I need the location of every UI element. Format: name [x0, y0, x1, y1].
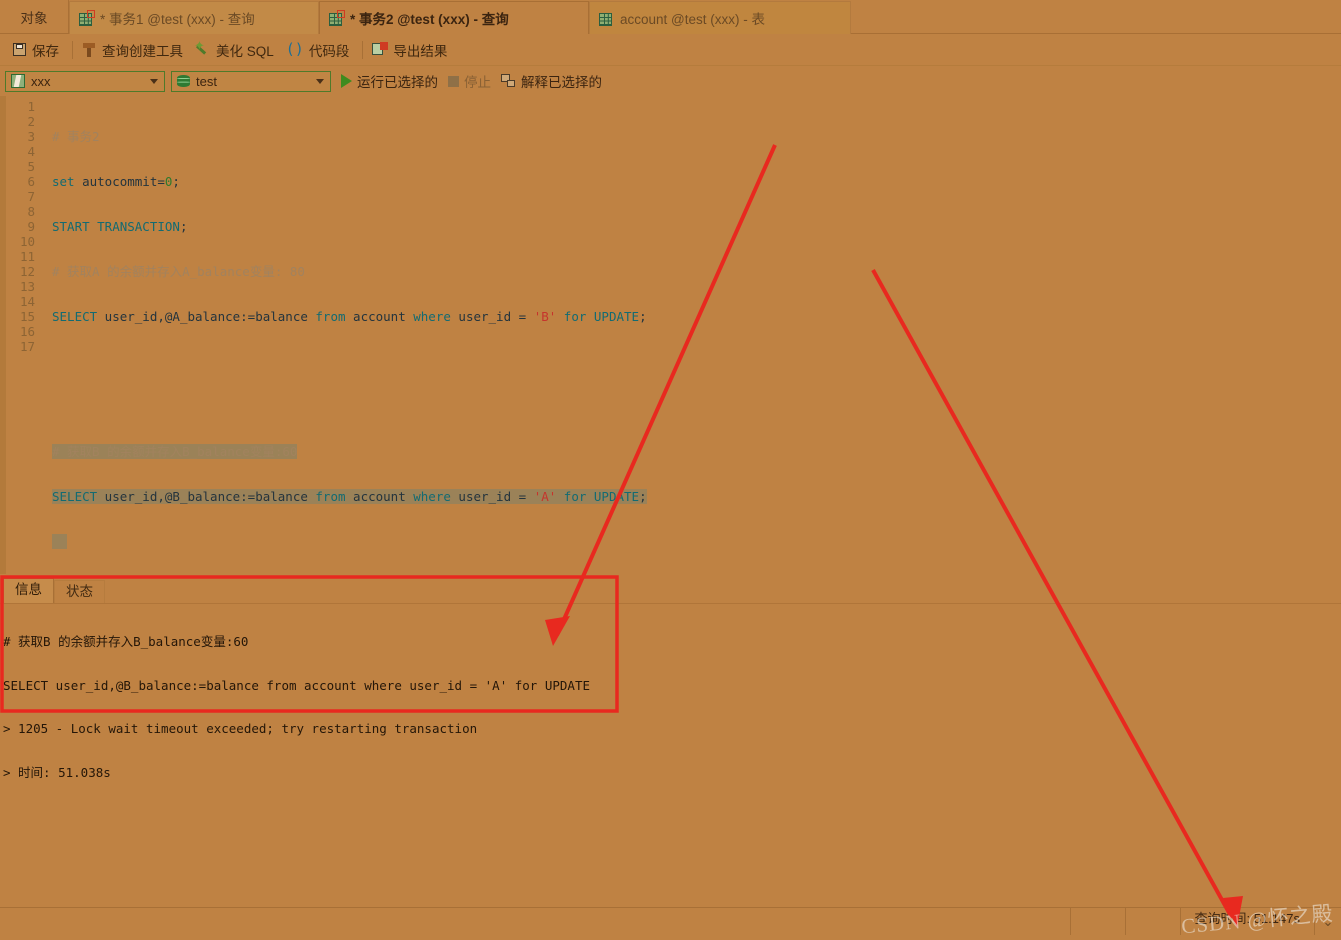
code-line-10: [52, 534, 647, 549]
tab-transaction-2[interactable]: * 事务2 @test (xxx) - 查询: [319, 1, 589, 34]
tab-label: * 事务1 @test (xxx) - 查询: [100, 12, 255, 27]
play-icon: [341, 74, 352, 88]
tab-label: account @test (xxx) - 表: [620, 12, 765, 27]
message-output: # 获取B 的余额并存入B_balance变量:60 SELECT user_i…: [3, 606, 1339, 809]
chevron-down-icon: [316, 78, 324, 84]
code-line-8: # 获取B 的余额并存入B_balance变量:60: [52, 444, 298, 459]
query-builder-button[interactable]: 查询创建工具: [78, 38, 191, 62]
connection-bar: xxx test 运行已选择的 停止 解释已选择的: [0, 66, 1341, 96]
message-panel: 信息 状态 # 获取B 的余额并存入B_balance变量:60 SELECT …: [0, 578, 1341, 908]
message-tabs: 信息 状态: [0, 578, 105, 603]
line-number: 1: [27, 99, 35, 114]
run-selected-label: 运行已选择的: [357, 75, 438, 90]
code-line-9: SELECT user_id,@B_balance:=balance from …: [52, 489, 647, 504]
code-content[interactable]: # 事务2 set autocommit=0; START TRANSACTIO…: [52, 96, 647, 574]
status-cell-mid: [1071, 908, 1126, 935]
message-line: > 时间: 51.038s: [3, 764, 111, 780]
tab-info[interactable]: 信息: [3, 578, 54, 603]
line-number: 11: [19, 249, 35, 264]
explain-icon: [501, 74, 516, 88]
query-time-label: 查询时间: 51.147s: [1181, 908, 1315, 935]
code-line-1: # 事务2: [52, 129, 100, 144]
database-value: test: [196, 73, 217, 89]
code-line-4: # 获取A 的余额并存入A_balance变量: 80: [52, 264, 305, 279]
database-select[interactable]: test: [171, 70, 331, 92]
chevron-down-icon: [150, 78, 158, 84]
tab-bar: 对象 * 事务1 @test (xxx) - 查询 * 事务2 @test (x…: [0, 0, 1341, 34]
tab-label: * 事务2 @test (xxx) - 查询: [350, 12, 509, 27]
message-tab-separator: [0, 603, 1341, 604]
line-number: 14: [19, 294, 35, 309]
tab-transaction-1[interactable]: * 事务1 @test (xxx) - 查询: [69, 1, 319, 34]
code-line-2: set autocommit=0;: [52, 174, 180, 189]
connection-value: xxx: [31, 73, 51, 89]
toolbar-divider: [362, 40, 364, 59]
status-cell-left: [0, 908, 1071, 935]
code-line-5: SELECT user_id,@A_balance:=balance from …: [52, 309, 647, 324]
status-cell-mid-2: [1126, 908, 1181, 935]
query-grid-icon: [329, 9, 345, 26]
line-number: 17: [19, 339, 35, 354]
beautify-sql-button[interactable]: 美化 SQL: [191, 38, 282, 62]
snippet-button[interactable]: () 代码段: [282, 38, 358, 62]
line-number: 16: [19, 324, 35, 339]
query-builder-icon: [82, 42, 97, 58]
line-number: 15: [19, 309, 35, 324]
message-line: > 1205 - Lock wait timeout exceeded; try…: [3, 721, 478, 736]
chevron-down-icon[interactable]: ⌄: [1315, 914, 1341, 930]
stop-button[interactable]: 停止: [448, 71, 491, 91]
table-grid-icon: [599, 11, 614, 26]
line-number: 13: [19, 279, 35, 294]
database-icon: [177, 74, 190, 88]
export-result-button[interactable]: 导出结果: [368, 38, 455, 62]
message-line: SELECT user_id,@B_balance:=balance from …: [3, 677, 590, 693]
snippet-label: 代码段: [308, 43, 350, 59]
export-icon: [372, 42, 389, 57]
beautify-sql-label: 美化 SQL: [216, 43, 274, 59]
explain-selected-button[interactable]: 解释已选择的: [501, 71, 602, 91]
editor-toolbar: 保存 查询创建工具 美化 SQL () 代码段 导出结果: [0, 34, 1341, 66]
magic-wand-icon: [194, 38, 211, 58]
line-number: 12: [19, 264, 35, 279]
toolbar-divider: [72, 40, 73, 59]
parentheses-icon: (): [285, 40, 304, 58]
line-number: 6: [27, 174, 35, 189]
stop-label: 停止: [464, 75, 491, 90]
explain-selected-label: 解释已选择的: [521, 75, 602, 90]
save-icon: [12, 42, 27, 57]
save-label: 保存: [32, 43, 59, 59]
line-number: 10: [19, 234, 35, 249]
line-number: 8: [27, 204, 35, 219]
sql-editor[interactable]: 1 2 3 4 5 6 7 8 9 10 11 12 13 14 15 16 1…: [0, 96, 1341, 574]
run-selected-button[interactable]: 运行已选择的: [341, 71, 438, 91]
status-bar: 查询时间: 51.147s ⌄: [0, 907, 1341, 935]
line-number: 4: [27, 144, 35, 159]
save-button[interactable]: 保存: [8, 38, 67, 62]
line-number: 2: [27, 114, 35, 129]
tab-status[interactable]: 状态: [54, 580, 105, 603]
tab-account-table[interactable]: account @test (xxx) - 表: [589, 1, 851, 34]
export-result-label: 导出结果: [393, 43, 448, 59]
line-number: 5: [27, 159, 35, 174]
message-line: # 获取B 的余额并存入B_balance变量:60: [3, 634, 249, 649]
query-builder-label: 查询创建工具: [102, 43, 183, 59]
line-number: 9: [27, 219, 35, 234]
line-number-gutter: 1 2 3 4 5 6 7 8 9 10 11 12 13 14 15 16 1…: [0, 96, 40, 354]
query-grid-icon: [79, 9, 95, 26]
connection-icon: [11, 74, 25, 88]
stop-square-icon: [448, 75, 459, 87]
object-pane-label[interactable]: 对象: [0, 0, 69, 33]
line-number: 7: [27, 189, 35, 204]
line-number: 3: [27, 129, 35, 144]
connection-select[interactable]: xxx: [5, 70, 165, 92]
code-line-3: START TRANSACTION;: [52, 219, 188, 234]
